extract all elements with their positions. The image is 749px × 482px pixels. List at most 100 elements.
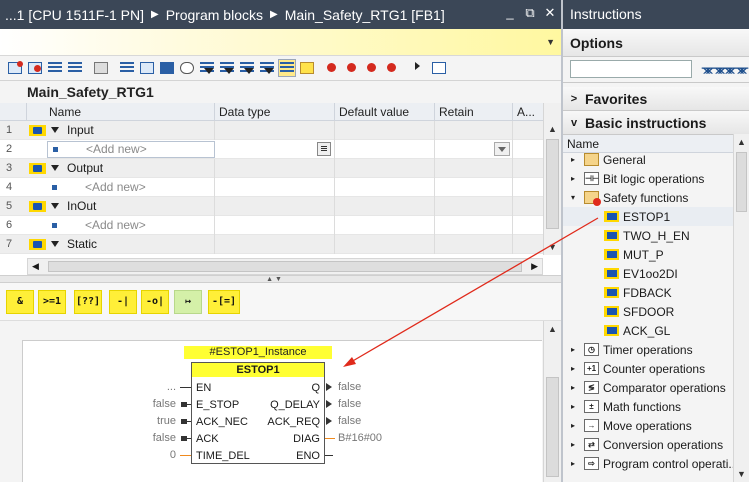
scroll-thumb[interactable] [546, 377, 559, 477]
header-default-value[interactable]: Default value [335, 103, 435, 120]
tree-item[interactable]: ▸ ≶ Comparator operations [563, 378, 746, 397]
step-icon[interactable] [384, 59, 402, 77]
favorites-view-icon[interactable]: ᚘᚘ [702, 63, 726, 74]
breadcrumb-block[interactable]: Main_Safety_RTG1 [FB1] [285, 7, 445, 23]
instructions-vertical-scrollbar[interactable]: ▲ ▼ [733, 134, 749, 482]
tree-item[interactable]: ▸ ⊣⊢ Bit logic operations [563, 169, 746, 188]
expand-arrow-icon[interactable]: ▸ [571, 345, 580, 354]
operand-time-del[interactable]: 0 [136, 449, 176, 461]
operand-ack[interactable]: false [136, 432, 176, 444]
header-accessible[interactable]: A... [513, 103, 543, 120]
collapse-chevron-icon[interactable]: ▼ [546, 37, 555, 47]
splitter-grip-icon[interactable]: ▲ ▼ [254, 276, 294, 283]
interface-row[interactable]: 4 <Add new> [0, 177, 543, 197]
minimize-button[interactable]: _ [503, 6, 517, 20]
more-tools-icon[interactable] [410, 59, 428, 77]
and-box-button[interactable]: & [6, 290, 34, 314]
restore-button[interactable]: ⧉ [523, 6, 537, 20]
header-name[interactable]: Name [27, 103, 215, 120]
tree-item[interactable]: EV1oo2DI [563, 264, 746, 283]
type-picker-icon[interactable] [317, 141, 331, 156]
expand-arrow-icon[interactable]: ▸ [571, 383, 580, 392]
insert-network-icon[interactable] [6, 59, 24, 77]
expand-arrow-icon[interactable]: ▸ [571, 364, 580, 373]
tree-item[interactable]: MUT_P [563, 245, 746, 264]
operand-ack-req[interactable]: false [338, 415, 361, 427]
pane-splitter[interactable]: ▲ ▼ [0, 275, 561, 283]
interface-vertical-scrollbar[interactable]: ▲ ▼ [543, 103, 561, 255]
list-view-icon[interactable]: ᚘᚘ [724, 63, 748, 74]
add-new-placeholder[interactable]: <Add new> [85, 218, 146, 232]
scroll-down-icon[interactable]: ▼ [734, 466, 749, 482]
tree-item[interactable]: ▸ ⇄ Conversion operations [563, 435, 746, 454]
interface-row[interactable]: 5 InOut [0, 196, 543, 216]
insert-input-button[interactable]: -| [109, 290, 137, 314]
insert-row-icon[interactable] [46, 59, 64, 77]
favorites-section[interactable]: > Favorites [563, 87, 749, 111]
delete-network-icon[interactable] [26, 59, 44, 77]
expand-arrow-icon[interactable]: ▸ [571, 155, 580, 164]
collapse-arrow-icon[interactable]: ▾ [571, 193, 580, 202]
retain-cell[interactable] [435, 139, 513, 159]
header-data-type[interactable]: Data type [215, 103, 335, 120]
tree-item[interactable]: ▸ ⇨ Program control operati... [563, 454, 746, 473]
interface-row[interactable]: 2 <Add new> [0, 139, 543, 159]
tree-item[interactable]: ESTOP1 [563, 207, 746, 226]
comments-icon[interactable] [178, 59, 196, 77]
open-networks-icon[interactable] [198, 59, 216, 77]
options-header[interactable]: Options [563, 29, 749, 57]
or-box-button[interactable]: >=1 [38, 290, 66, 314]
operand-e-stop[interactable]: false [136, 398, 176, 410]
interface-row[interactable]: 3 Output [0, 158, 543, 178]
scroll-thumb[interactable] [48, 261, 522, 272]
breadcrumb-cpu[interactable]: ...1 [CPU 1511F-1 PN] [5, 7, 144, 23]
hide-operands-icon[interactable] [258, 59, 276, 77]
scroll-up-icon[interactable]: ▲ [544, 121, 561, 137]
basic-instructions-section[interactable]: v Basic instructions [563, 111, 749, 135]
scroll-thumb[interactable] [736, 152, 747, 212]
scroll-down-icon[interactable]: ▼ [544, 239, 561, 255]
absolute-operands-icon[interactable] [118, 59, 136, 77]
expand-arrow-icon[interactable]: ▸ [571, 440, 580, 449]
data-type-cell[interactable] [215, 139, 335, 159]
interface-row[interactable]: 7 Static [0, 234, 543, 254]
tree-item[interactable]: ▸ ◷ Timer operations [563, 340, 746, 359]
collapse-icon[interactable] [51, 127, 59, 133]
favorites-star-icon[interactable] [298, 59, 316, 77]
scroll-up-icon[interactable]: ▲ [734, 134, 749, 150]
interface-row[interactable]: 6 <Add new> [0, 215, 543, 235]
collapse-icon[interactable] [51, 241, 59, 247]
scroll-thumb[interactable] [546, 139, 559, 229]
operand-q-delay[interactable]: false [338, 398, 361, 410]
scroll-left-icon[interactable]: ◀ [32, 261, 39, 272]
tree-item[interactable]: ▾ Safety functions [563, 188, 746, 207]
assignment-button[interactable]: -[=] [208, 290, 240, 314]
tree-item[interactable]: ▸ +1 Counter operations [563, 359, 746, 378]
open-branch-button[interactable]: ↦ [174, 290, 202, 314]
delete-breakpoints-icon[interactable] [364, 59, 382, 77]
header-retain[interactable]: Retain [435, 103, 513, 120]
empty-box-button[interactable]: [??] [74, 290, 102, 314]
tree-item[interactable]: ACK_GL [563, 321, 746, 340]
scroll-up-icon[interactable]: ▲ [544, 321, 561, 337]
tree-item[interactable]: FDBACK [563, 283, 746, 302]
operand-ack-nec[interactable]: true [136, 415, 176, 427]
breadcrumb-program-blocks[interactable]: Program blocks [166, 7, 263, 23]
dropdown-arrow-icon[interactable] [494, 141, 510, 156]
collapse-chevron-icon[interactable]: v [563, 117, 585, 129]
expand-arrow-icon[interactable]: ▸ [571, 459, 580, 468]
monitoring-icon[interactable] [430, 59, 448, 77]
show-operands-icon[interactable] [238, 59, 256, 77]
set-breakpoint-icon[interactable] [324, 59, 342, 77]
function-block-box[interactable] [191, 362, 325, 464]
tree-item[interactable]: ▸ ± Math functions [563, 397, 746, 416]
fbd-vertical-scrollbar[interactable]: ▲ [543, 321, 561, 482]
tree-item[interactable]: SFDOOR [563, 302, 746, 321]
expand-arrow-icon[interactable]: ▸ [571, 174, 580, 183]
add-new-name-field[interactable]: <Add new> [47, 140, 215, 158]
collapse-icon[interactable] [51, 165, 59, 171]
instance-db-label[interactable]: #ESTOP1_Instance [184, 346, 332, 359]
tree-item[interactable]: TWO_H_EN [563, 226, 746, 245]
add-new-placeholder[interactable]: <Add new> [85, 180, 146, 194]
favorites-toggle-icon[interactable] [158, 59, 176, 77]
